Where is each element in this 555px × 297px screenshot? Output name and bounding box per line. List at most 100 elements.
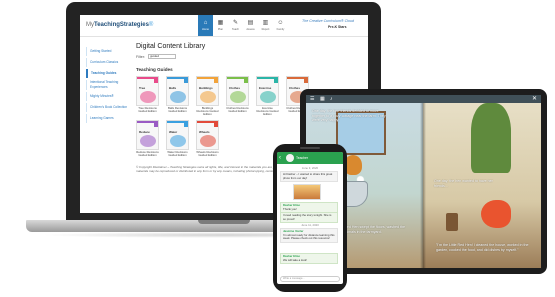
- section-title: Teaching Guides: [136, 67, 173, 72]
- curriculum-title: The Creative Curriculum® Cloud: [302, 19, 354, 23]
- chat-photo[interactable]: [293, 184, 321, 200]
- sidebar-item-curriculum-classics[interactable]: Curriculum Classics: [86, 58, 130, 67]
- chat-message: I loved reading the story tonight. She i…: [280, 212, 338, 224]
- nav-teach[interactable]: ✎ Teach: [228, 15, 243, 36]
- story-text-bottom-right: "I'm the Little Red Hen! I cleaned the h…: [436, 243, 529, 252]
- guide-cover: Balls: [166, 76, 189, 106]
- nav-home[interactable]: ⌂ Home: [198, 15, 213, 36]
- tree-illustration: [471, 103, 511, 173]
- guide-cover: Water: [166, 120, 189, 150]
- guide-cover-art: [200, 91, 216, 103]
- guide-card[interactable]: Clothes Clothes Revisions Guided Edition: [226, 76, 249, 116]
- chat-message: Dasher Elmo We will take a look!: [280, 253, 338, 265]
- filter-input[interactable]: guided: [147, 54, 176, 59]
- calendar-icon: ▦: [217, 20, 224, 26]
- cover-ribbon: [184, 77, 188, 83]
- guide-cover-art: [230, 91, 246, 103]
- brand-suffix: ®: [148, 22, 154, 28]
- guide-name: Reduce Revisions Guided Edition: [136, 150, 159, 157]
- nav-home-label: Home: [202, 28, 209, 31]
- sidebar-item-getting-started[interactable]: Getting Started: [86, 47, 130, 56]
- guide-cover-title: Exercise: [259, 86, 272, 90]
- book-gutter: [420, 103, 426, 268]
- nav-assess-label: Assess: [246, 28, 255, 31]
- guide-cover: Reduce: [136, 120, 159, 150]
- guide-cover-title: Clothes: [289, 86, 301, 90]
- sidebar-item-intentional-teaching[interactable]: Intentional Teaching Experiences: [86, 80, 130, 90]
- sidebar-item-teaching-guides[interactable]: Teaching Guides: [86, 69, 130, 78]
- guide-cover-art: [170, 135, 186, 147]
- menu-icon[interactable]: ☰: [310, 96, 314, 102]
- guide-cover-title: Water: [169, 130, 178, 134]
- guide-cover-art: [260, 91, 276, 103]
- nav-family[interactable]: ☺ Family: [273, 15, 288, 36]
- phone-speaker: [300, 147, 320, 149]
- guide-card[interactable]: Exercise Exercise Revisions Guided Editio…: [256, 76, 279, 116]
- laptop-notch: [198, 220, 250, 224]
- close-icon[interactable]: ✕: [532, 95, 537, 103]
- nav-report[interactable]: ▥ Report: [258, 15, 273, 36]
- sidebar-item-book-collection[interactable]: Children's Book Collection: [86, 103, 130, 112]
- chat-text: We will take a look!: [283, 257, 307, 262]
- app-header: MyTeachingStrategies® ⌂ Home ▦ Plan ✎ Teach…: [80, 15, 368, 37]
- chat-text: Thank you!: [283, 206, 297, 211]
- brand-logo[interactable]: MyTeachingStrategies®: [86, 22, 153, 28]
- nav-family-label: Family: [276, 28, 285, 31]
- bucket-illustration: [446, 213, 458, 231]
- home-icon: ⌂: [203, 20, 208, 26]
- guide-card[interactable]: Balls Balls Revisions Guided Edition: [166, 76, 189, 116]
- cover-ribbon: [184, 121, 188, 127]
- chat-message: Jasmine Vonler I'm almost ready for dista…: [280, 228, 338, 243]
- chat-text: I'm almost ready for distance learning t…: [283, 232, 335, 241]
- hen-illustration: [481, 200, 511, 228]
- sidebar-item-mighty-minutes[interactable]: Mighty Minutes®: [86, 92, 130, 101]
- nav-report-label: Report: [261, 28, 270, 31]
- story-text-top-left: One day, the four friends decided to mov…: [312, 109, 386, 123]
- guide-name: Water Revisions Guided Edition: [167, 150, 188, 157]
- message-input[interactable]: Write a message…: [280, 276, 340, 282]
- cover-ribbon: [214, 121, 218, 127]
- guide-cover-art: [200, 135, 216, 147]
- guide-cover-title: Balls: [169, 86, 177, 90]
- guide-cover-art: [140, 91, 156, 103]
- nav-teach-label: Teach: [232, 28, 239, 31]
- report-icon: ▥: [262, 20, 269, 26]
- phone-screen: ‹ Teacher June 3, 2020 Hi Dasher – I wan…: [277, 152, 343, 284]
- guide-name: Exercise Revisions Guided Edition: [256, 106, 279, 116]
- nav-plan-label: Plan: [217, 28, 224, 31]
- guide-card[interactable]: Tree Tree Revisions Guided Edition: [136, 76, 159, 116]
- grid-icon[interactable]: ▦: [320, 96, 325, 102]
- family-icon: ☺: [277, 20, 284, 26]
- chat-header: ‹ Teacher: [277, 152, 343, 164]
- guide-name: Buildings Revisions Guided Edition: [196, 106, 219, 116]
- guide-name: Wheels Revisions Guided Edition: [196, 150, 219, 157]
- guide-cover: Wheels: [196, 120, 219, 150]
- guide-card[interactable]: Buildings Buildings Revisions Guided Edit…: [196, 76, 219, 116]
- reader-toolbar: ☰ ▦ ♪ ✕: [306, 95, 541, 103]
- chat-date: June 11, 2020: [301, 223, 319, 227]
- guide-cover-title: Clothes: [229, 86, 241, 90]
- guide-cover: Exercise: [256, 76, 279, 106]
- nav-assess[interactable]: ▤ Assess: [243, 15, 258, 36]
- sidebar: Getting Started Curriculum Classics Teac…: [86, 47, 130, 125]
- sidebar-item-learning-games[interactable]: Learning Games: [86, 114, 130, 123]
- guide-cover-art: [140, 135, 156, 147]
- chat-message: Hi Dasher – I wanted to share this great…: [280, 171, 338, 183]
- brand-name: TeachingStrategies: [94, 22, 149, 28]
- chat-date: June 3, 2020: [301, 166, 319, 170]
- brand-prefix: My: [86, 22, 94, 28]
- guide-card[interactable]: Water Water Revisions Guided Edition: [166, 120, 189, 157]
- guide-cover-title: Reduce: [139, 130, 150, 134]
- cover-ribbon: [154, 121, 158, 127]
- guide-card[interactable]: Reduce Reduce Revisions Guided Edition: [136, 120, 159, 157]
- guide-cover: Buildings: [196, 76, 219, 106]
- guide-cover-art: [170, 91, 186, 103]
- curriculum-subtitle[interactable]: Pre-K Stars: [328, 25, 346, 29]
- nav-plan[interactable]: ▦ Plan: [213, 15, 228, 36]
- cover-ribbon: [304, 77, 308, 83]
- back-arrow-icon[interactable]: ‹: [279, 154, 281, 162]
- volume-icon[interactable]: ♪: [330, 96, 333, 102]
- cover-ribbon: [274, 77, 278, 83]
- guide-card[interactable]: Wheels Wheels Revisions Guided Edition: [196, 120, 219, 157]
- filter-label: Filter:: [136, 54, 145, 59]
